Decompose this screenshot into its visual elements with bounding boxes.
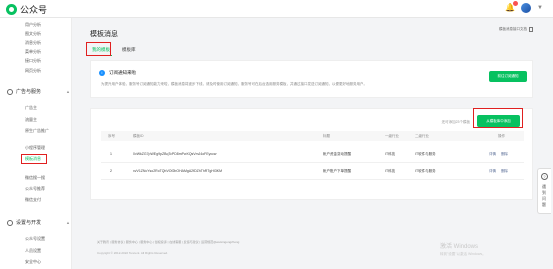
sidebar-item-account-settings[interactable]: 公众号设置 xyxy=(25,236,45,242)
question-icon: ? xyxy=(541,173,548,180)
template-list-card: 还可添加23个模板 从模板库中添加 序号 模板ID 标题 一级行业 二级行业 操… xyxy=(90,108,533,200)
document-icon xyxy=(529,27,533,32)
chevron-up-icon: ▲ xyxy=(66,89,70,94)
help-doc-link[interactable]: 模板消息接口文档 xyxy=(499,27,533,32)
sidebar-item-advertiser[interactable]: 广告主 xyxy=(25,105,37,111)
sidebar-item-publisher[interactable]: 流量主 xyxy=(25,117,37,123)
sidebar-item-api-analysis[interactable]: 接口分析 xyxy=(25,58,41,64)
delete-link[interactable]: 删除 xyxy=(501,152,508,157)
row-industry1: IT科技 xyxy=(385,169,396,173)
sidebar-item-people-settings[interactable]: 人员设置 xyxy=(25,248,41,254)
notification-bell-icon[interactable]: 🔔 xyxy=(505,1,519,13)
table-row: 2 xvV1ZNcYso2RoTQbVOf2bOHAMgA2fDZhThRTgH… xyxy=(101,163,524,180)
column-header-industry1: 一级行业 xyxy=(385,134,399,138)
chevron-down-icon[interactable]: ▼ xyxy=(537,5,543,11)
footer-links[interactable]: 关于腾讯 | 服务协议 | 服务中心 | 服务中心 | 侵权投诉 | 在线客服 … xyxy=(97,240,239,244)
notice-description: 为提升用户体验，服务号订阅通知能力来啦，模板消息将逐步下线，请及时使用订阅通知，… xyxy=(101,82,367,86)
info-icon: i xyxy=(99,70,105,76)
sidebar-item-article-analysis[interactable]: 图文分析 xyxy=(25,31,41,37)
sidebar-item-account-recommend[interactable]: 公众号推荐 xyxy=(25,186,45,192)
sidebar-section-label: 设置与开发 xyxy=(16,220,42,226)
tab-template-library[interactable]: 模板库 xyxy=(120,45,138,56)
row-title: 帐户资金变动提醒 xyxy=(323,152,351,156)
footer-copyright: Copyright © 2012-2022 Tencent. All Right… xyxy=(97,251,169,255)
sidebar-item-wechat-search[interactable]: 微信搜一搜 xyxy=(25,175,45,181)
sidebar-item-native-ads[interactable]: 原生广告推广 xyxy=(25,128,49,134)
column-header-index: 序号 xyxy=(108,134,115,138)
goto-subscription-button[interactable]: 前往订阅通知 xyxy=(489,71,527,82)
detail-link[interactable]: 详情 xyxy=(489,169,496,174)
detail-link[interactable]: 详情 xyxy=(489,152,496,157)
template-quota-text: 还可添加23个模板 xyxy=(441,120,470,124)
top-right-tools: 🔔 ▼ xyxy=(505,1,543,13)
top-bar: 公众号 🔔 ▼ xyxy=(0,0,553,18)
row-template-id: 0vWkZG7pWEg9pZBqTcPD8mPwXQsVmJ4oFEyccw xyxy=(133,152,217,156)
row-industry1: IT科技 xyxy=(385,152,396,156)
sidebar-section-settings[interactable]: 设置与开发 ▲ xyxy=(7,219,70,226)
sidebar: 用户分析 图文分析 消息分析 菜单分析 接口分析 网页分析 广告与服务 ▲ 广告… xyxy=(0,18,72,269)
windows-activation-watermark: 激活 Windows 转到"设置"以激活 Windows。 xyxy=(440,244,486,258)
highlight-box-tab xyxy=(86,42,111,56)
sidebar-section-label: 广告与服务 xyxy=(16,89,42,95)
sidebar-item-web-analysis[interactable]: 网页分析 xyxy=(25,68,41,74)
delete-link[interactable]: 删除 xyxy=(501,169,508,174)
page-title: 模板消息 xyxy=(90,31,118,38)
floating-help-label: 遇到问题 xyxy=(542,184,546,207)
column-header-template-id: 模板ID xyxy=(133,134,144,138)
sidebar-item-message-analysis[interactable]: 消息分析 xyxy=(25,40,41,46)
settings-icon xyxy=(7,219,13,226)
watermark-line1: 激活 Windows xyxy=(440,244,479,250)
column-header-industry2: 二级行业 xyxy=(415,134,429,138)
row-template-id: xvV1ZNcYso2RoTQbVOf2bOHAMgA2fDZhThRTgHI3… xyxy=(133,169,223,173)
row-index: 2 xyxy=(110,169,112,173)
floating-help-widget[interactable]: ? 遇到问题 xyxy=(537,168,551,214)
help-link-label: 模板消息接口文档 xyxy=(499,27,527,31)
sidebar-item-user-analysis[interactable]: 用户分析 xyxy=(25,22,41,28)
table-row: 1 0vWkZG7pWEg9pZBqTcPD8mPwXQsVmJ4oFEyccw… xyxy=(101,146,524,163)
row-index: 1 xyxy=(110,152,112,156)
sidebar-item-security-center[interactable]: 安全中心 xyxy=(25,259,41,265)
table-header: 序号 模板ID 标题 一级行业 二级行业 操作 xyxy=(101,131,524,141)
column-header-title: 标题 xyxy=(323,134,330,138)
row-title: 帐户账户下单提醒 xyxy=(323,169,351,173)
watermark-line2: 转到"设置"以激活 Windows。 xyxy=(440,252,486,256)
sidebar-item-miniprogram[interactable]: 小程序管理 xyxy=(25,145,45,151)
notice-title: 订阅通知来啦 xyxy=(109,70,136,75)
sidebar-section-ads[interactable]: 广告与服务 ▲ xyxy=(7,88,70,95)
highlight-box-add-button xyxy=(473,108,523,128)
app-title: 公众号 xyxy=(20,5,48,15)
sidebar-item-menu-analysis[interactable]: 菜单分析 xyxy=(25,49,41,55)
ads-service-icon xyxy=(7,88,13,95)
subscription-notice: i 订阅通知来啦 为提升用户体验，服务号订阅通知能力来啦，模板消息将逐步下线，请… xyxy=(90,60,533,98)
notification-badge xyxy=(513,1,519,6)
column-header-actions: 操作 xyxy=(498,134,505,138)
row-industry2: IT软件与服务 xyxy=(415,152,436,156)
chevron-up-icon: ▲ xyxy=(66,220,70,225)
app-logo[interactable]: 公众号 xyxy=(6,3,47,16)
avatar[interactable] xyxy=(521,3,532,13)
highlight-box-sidebar xyxy=(21,154,47,164)
sidebar-item-wechat-pay[interactable]: 微信支付 xyxy=(25,197,41,203)
row-industry2: IT软件与服务 xyxy=(415,169,436,173)
wechat-logo-icon xyxy=(6,4,17,15)
